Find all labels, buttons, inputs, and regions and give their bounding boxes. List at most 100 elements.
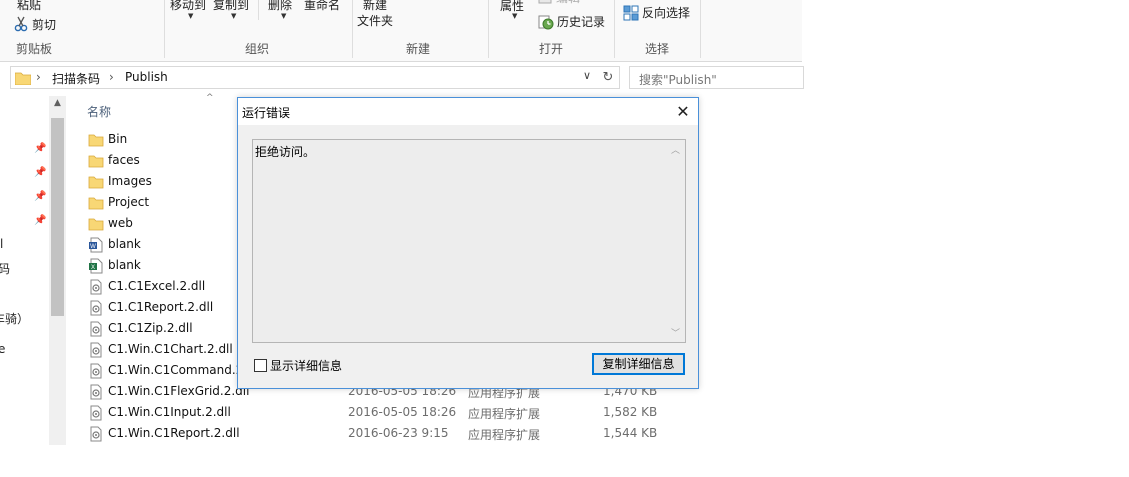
- nav-item[interactable]: e: [0, 342, 5, 356]
- file-size: 1,582 KB: [603, 405, 658, 419]
- file-name: Project: [108, 195, 150, 209]
- file-name: blank: [108, 258, 141, 272]
- file-name: Images: [108, 174, 152, 188]
- file-row[interactable]: C1.Win.C1Report.2.dll 2016-06-23 9:15 应用程序…: [88, 424, 688, 444]
- clipboard-group-label: 剪贴板: [16, 42, 53, 56]
- open-group-label: 打开: [539, 42, 564, 56]
- file-name: web: [108, 216, 133, 230]
- invert-selection-button[interactable]: 反向选择: [642, 6, 690, 20]
- file-name: faces: [108, 153, 140, 167]
- folder-icon: [88, 153, 104, 169]
- ribbon-separator: [614, 0, 615, 58]
- file-date: 2016-06-23 9:15: [348, 426, 449, 440]
- file-name: C1.Win.C1FlexGrid.2.dll: [108, 384, 250, 398]
- new-group-label: 新建: [406, 42, 431, 56]
- properties-dropdown-icon[interactable]: ▼: [512, 12, 517, 20]
- new-folder-button[interactable]: 新建: [363, 0, 387, 12]
- scroll-up-icon[interactable]: ︿: [671, 143, 680, 156]
- error-message-box[interactable]: 拒绝访问。 ︿ ﹀: [252, 139, 686, 343]
- dll-file-icon: [88, 300, 104, 316]
- ribbon-separator: [488, 0, 489, 58]
- scroll-up-icon[interactable]: ▲: [49, 98, 66, 108]
- scrollbar-thumb[interactable]: [51, 118, 64, 316]
- ribbon-separator: [258, 0, 259, 20]
- svg-text:W: W: [90, 244, 96, 250]
- show-details-label[interactable]: 显示详细信息: [270, 357, 342, 374]
- history-button[interactable]: 历史记录: [557, 15, 605, 29]
- file-name: C1.Win.C1Report.2.dll: [108, 426, 240, 440]
- file-type: 应用程序扩展: [468, 407, 541, 421]
- copy-to-dropdown-icon[interactable]: ▼: [231, 12, 236, 20]
- file-type: 应用程序扩展: [468, 428, 541, 442]
- search-placeholder: 搜索"Publish": [639, 73, 717, 87]
- show-details-checkbox[interactable]: [254, 359, 267, 372]
- breadcrumb-item[interactable]: 扫描条码: [52, 70, 100, 87]
- nav-item[interactable]: l: [0, 237, 3, 251]
- file-name: Bin: [108, 132, 128, 146]
- pin-icon[interactable]: 📌: [34, 167, 46, 178]
- error-message: 拒绝访问。: [255, 145, 316, 159]
- dll-file-icon: [88, 363, 104, 379]
- new-folder-button-line2[interactable]: 文件夹: [357, 14, 393, 28]
- organize-group-label: 组织: [245, 42, 270, 56]
- pin-icon[interactable]: 📌: [34, 191, 46, 202]
- close-icon[interactable]: ✕: [671, 101, 695, 123]
- file-row[interactable]: C1.Win.C1Input.2.dll 2016-05-05 18:26 应用程序…: [88, 403, 688, 423]
- dll-file-icon: [88, 426, 104, 442]
- invert-selection-icon: [623, 5, 639, 24]
- breadcrumb-separator-icon[interactable]: ›: [109, 70, 114, 84]
- column-header-name[interactable]: 名称: [87, 103, 111, 120]
- word-doc-icon: W: [88, 237, 104, 253]
- chevron-down-icon[interactable]: ∨: [583, 69, 591, 82]
- error-dialog: 运行错误 ✕ 拒绝访问。 ︿ ﹀ 显示详细信息 复制详细信息: [237, 97, 699, 389]
- folder-icon: [88, 132, 104, 148]
- dialog-titlebar[interactable]: 运行错误 ✕: [238, 98, 698, 125]
- file-name: C1.C1Excel.2.dll: [108, 279, 206, 293]
- sort-ascending-icon: ^: [206, 93, 214, 103]
- dll-file-icon: [88, 342, 104, 358]
- folder-icon: [14, 71, 32, 88]
- dll-file-icon: [88, 321, 104, 337]
- dll-file-icon: [88, 384, 104, 400]
- delete-dropdown-icon[interactable]: ▼: [281, 12, 286, 20]
- svg-text:X: X: [91, 265, 95, 271]
- file-name: blank: [108, 237, 141, 251]
- ribbon-separator: [164, 0, 165, 58]
- folder-icon: [88, 195, 104, 211]
- paste-button[interactable]: 粘贴: [17, 0, 41, 12]
- move-to-button[interactable]: 移动到: [170, 0, 206, 12]
- search-input[interactable]: 搜索"Publish": [629, 66, 804, 89]
- delete-button[interactable]: 删除: [268, 0, 292, 12]
- file-name: C1.Win.C1Input.2.dll: [108, 405, 231, 419]
- scissors-icon: [14, 16, 28, 35]
- file-date: 2016-05-05 18:26: [348, 405, 457, 419]
- select-group-label: 选择: [645, 42, 670, 56]
- rename-button[interactable]: 重命名: [304, 0, 340, 12]
- nav-scrollbar[interactable]: ▲: [49, 96, 66, 445]
- breadcrumb-separator-icon[interactable]: ›: [36, 70, 41, 84]
- dll-file-icon: [88, 279, 104, 295]
- address-bar[interactable]: › 扫描条码 › Publish ∨: [10, 66, 620, 89]
- file-name: C1.C1Zip.2.dll: [108, 321, 193, 335]
- nav-item[interactable]: 车骑）: [0, 310, 29, 327]
- breadcrumb-item[interactable]: Publish: [125, 70, 168, 84]
- dialog-title: 运行错误: [242, 106, 291, 120]
- ribbon-separator: [700, 0, 701, 58]
- copy-to-button[interactable]: 复制到: [213, 0, 249, 12]
- ribbon-separator: [352, 0, 353, 58]
- nav-item[interactable]: 码: [0, 260, 10, 277]
- file-size: 1,544 KB: [603, 426, 658, 440]
- cut-button[interactable]: 剪切: [32, 18, 56, 32]
- edit-icon: [538, 0, 552, 7]
- excel-doc-icon: X: [88, 258, 104, 274]
- copy-details-button[interactable]: 复制详细信息: [592, 353, 685, 375]
- pin-icon[interactable]: 📌: [34, 215, 46, 226]
- scroll-down-icon[interactable]: ﹀: [671, 326, 680, 339]
- edit-button[interactable]: 编辑: [556, 0, 580, 5]
- move-to-dropdown-icon[interactable]: ▼: [188, 12, 193, 20]
- ribbon: 粘贴 剪切 剪贴板 移动到 ▼ 复制到 ▼ 删除 ▼ 重命名 组织 新建 文件夹…: [0, 0, 802, 62]
- pin-icon[interactable]: 📌: [34, 143, 46, 154]
- folder-icon: [88, 216, 104, 232]
- file-name: C1.C1Report.2.dll: [108, 300, 214, 314]
- refresh-icon[interactable]: ↻: [597, 67, 619, 88]
